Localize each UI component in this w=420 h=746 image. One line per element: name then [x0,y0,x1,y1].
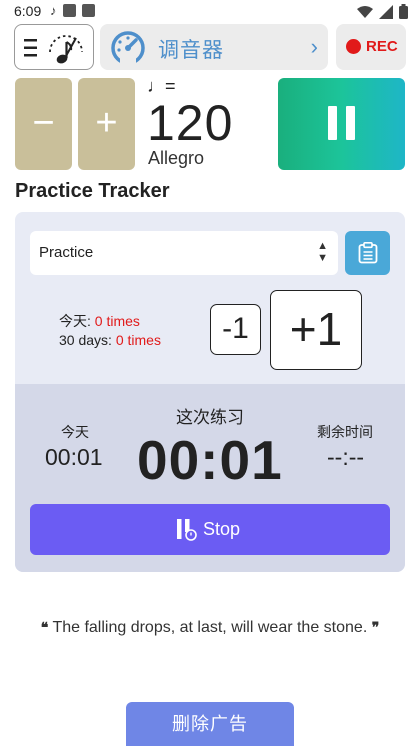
today-label: 今天 [61,424,89,440]
quote-text: The falling drops, at last, will wear th… [52,619,368,636]
pause-timer-icon [177,519,197,541]
clipboard-button[interactable] [345,231,390,275]
notification-square-icon [62,4,76,17]
stop-button[interactable]: Stop [30,504,390,555]
practice-select[interactable]: Practice ▲ ▼ [30,231,338,275]
clipboard-icon [358,242,378,264]
tempo-decrease-button[interactable]: − [15,78,72,170]
today-count-value: 0 times [94,313,140,329]
status-left-icons: ♪ [50,4,95,17]
status-bar: 6:09 ♪ [0,0,420,24]
session-panel: 今天 00:01 这次练习 00:01 剩余时间 --:-- Stop [15,384,405,572]
wifi-icon [357,5,373,18]
signal-icon [379,4,393,19]
open-quote-icon: ❝ [40,620,49,636]
practice-tracker-title: Practice Tracker [15,180,170,202]
metronome-icon [49,35,83,64]
tempo-name: Allegro [148,148,205,168]
record-button[interactable]: REC [336,24,406,70]
tempo-increase-button[interactable]: + [78,78,135,170]
close-quote-icon: ❞ [371,620,380,636]
thirty-day-count: 30 days: 0 times [59,332,161,348]
sort-arrows-icon: ▲ ▼ [317,240,328,264]
status-right-icons [357,4,408,19]
remaining-time: --:-- [327,444,365,470]
menu-button[interactable] [14,24,94,70]
status-time: 6:09 [14,3,42,19]
thirty-day-count-value: 0 times [115,332,161,348]
today-count: 今天: 0 times [59,311,140,331]
record-dot-icon [346,39,361,54]
bpm-value[interactable]: 120 [147,94,233,152]
gauge-icon [111,31,145,64]
stop-label: Stop [203,519,241,539]
practice-tracker-card: Practice ▲ ▼ 今天: 0 times 30 days: 0 times… [15,212,405,572]
practice-select-value: Practice [39,244,94,261]
battery-icon [399,4,408,19]
session-label: 这次练习 [176,408,244,427]
tuner-label: 调音器 [158,39,224,62]
today-time: 00:01 [45,444,103,470]
chevron-right-icon: › [310,34,318,59]
play-pause-button[interactable] [278,78,405,170]
tuner-button[interactable]: 调音器 › [100,24,328,70]
decrement-count-button[interactable]: -1 [210,304,261,355]
remove-ads-button[interactable]: 删除广告 [126,702,294,746]
menu-icon [24,39,37,57]
session-time: 00:01 [137,429,283,491]
motivational-quote: ❝ The falling drops, at last, will wear … [40,616,380,640]
music-note-icon: ♪ [50,3,57,18]
increment-count-button[interactable]: +1 [270,290,362,370]
thirty-day-count-label: 30 days: [59,332,116,348]
record-label: REC [366,38,398,55]
remaining-label: 剩余时间 [317,424,373,440]
top-toolbar: 调音器 › REC [14,24,406,70]
today-count-label: 今天: [59,313,95,329]
notification-square-icon [81,4,95,17]
